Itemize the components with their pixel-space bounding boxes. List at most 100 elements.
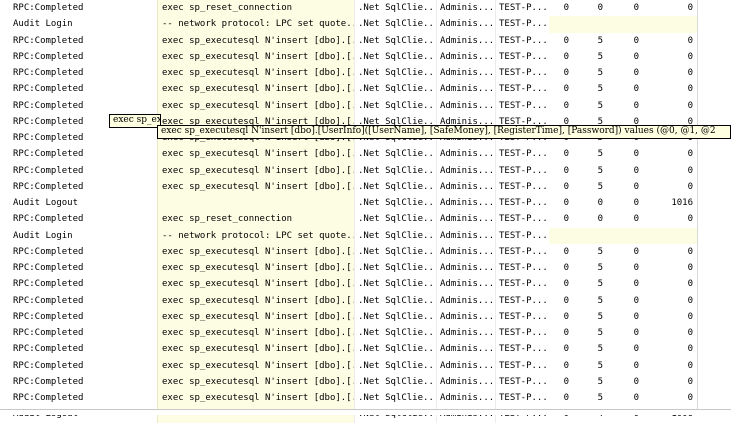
trace-event-row[interactable]: RPC:Completed exec sp_executesql N'inser… bbox=[0, 65, 731, 82]
host-name-cell: TEST-P... bbox=[495, 178, 549, 195]
login-name-cell: Adminis... bbox=[436, 178, 495, 195]
duration-cell: 0 bbox=[687, 214, 693, 225]
grid-bottom-edge bbox=[0, 409, 731, 415]
trace-event-row[interactable]: Audit Login -- network protocol: LPC set… bbox=[0, 16, 731, 33]
host-name-cell: TEST-P... bbox=[495, 81, 549, 98]
login-name-cell: Adminis... bbox=[436, 97, 495, 114]
event-class-cell: RPC:Completed bbox=[13, 51, 84, 62]
login-name-cell: Adminis... bbox=[436, 373, 495, 390]
trace-event-row[interactable]: RPC:Completed exec sp_executesql N'inser… bbox=[0, 97, 731, 114]
trace-event-row[interactable]: RPC:Completed exec sp_executesql N'inser… bbox=[0, 308, 731, 325]
application-name-cell: .Net SqlClie... bbox=[354, 211, 436, 228]
cpu-cell bbox=[549, 227, 575, 244]
writes-cell: 0 bbox=[633, 360, 639, 371]
writes-cell: 0 bbox=[633, 198, 639, 208]
trace-event-row[interactable]: RPC:Completed exec sp_executesql N'inser… bbox=[0, 81, 731, 98]
trace-event-row[interactable]: RPC:Completed exec sp_executesql N'inser… bbox=[0, 32, 731, 49]
event-class-cell: Audit Login bbox=[13, 19, 73, 30]
text-data-cell: exec sp_executesql N'insert [dbo].[... bbox=[157, 390, 354, 407]
cpu-cell: 0 bbox=[563, 376, 569, 387]
writes-cell: 0 bbox=[633, 149, 639, 160]
writes-cell bbox=[609, 16, 645, 33]
trace-event-row[interactable]: RPC:Completed exec sp_executesql N'inser… bbox=[0, 260, 731, 277]
writes-cell: 0 bbox=[633, 100, 639, 111]
event-class-cell: RPC:Completed bbox=[13, 279, 84, 290]
event-class-cell: RPC:Completed bbox=[13, 84, 84, 95]
application-name-cell: .Net SqlClie... bbox=[354, 341, 436, 358]
cpu-cell: 0 bbox=[563, 295, 569, 306]
writes-cell: 0 bbox=[633, 328, 639, 338]
application-name-cell: .Net SqlClie... bbox=[354, 162, 436, 179]
application-name-cell: .Net SqlClie... bbox=[354, 292, 436, 309]
host-name-cell: TEST-P... bbox=[495, 0, 549, 17]
host-name-cell: TEST-P... bbox=[495, 48, 549, 65]
trace-event-row[interactable]: RPC:Completed exec sp_executesql N'inser… bbox=[0, 292, 731, 309]
duration-cell: 0 bbox=[687, 295, 693, 306]
event-class-cell: Audit Login bbox=[13, 230, 73, 241]
writes-cell: 0 bbox=[633, 84, 639, 95]
cpu-cell: 0 bbox=[563, 246, 569, 257]
trace-event-row[interactable]: Audit Login -- network protocol: LPC set… bbox=[0, 227, 731, 244]
cpu-cell: 0 bbox=[563, 181, 569, 192]
event-class-cell: RPC:Completed bbox=[13, 295, 84, 306]
trace-event-row[interactable]: RPC:Completed exec sp_executesql N'inser… bbox=[0, 178, 731, 195]
trace-event-row[interactable]: RPC:Completed exec sp_reset_connection .… bbox=[0, 211, 731, 228]
application-name-cell: .Net SqlClie... bbox=[354, 357, 436, 374]
reads-cell: 5 bbox=[597, 165, 603, 176]
duration-cell: 0 bbox=[687, 149, 693, 160]
text-data-cell: exec sp_executesql N'insert [dbo].[... bbox=[157, 341, 354, 358]
login-name-cell: Adminis... bbox=[436, 243, 495, 260]
text-data-cell: exec sp_executesql N'insert [dbo].[... bbox=[157, 178, 354, 195]
event-class-cell: RPC:Completed bbox=[13, 3, 84, 13]
reads-cell: 5 bbox=[597, 51, 603, 62]
text-data-cell: exec sp_executesql N'insert [dbo].[... bbox=[157, 162, 354, 179]
trace-event-row[interactable]: RPC:Completed exec sp_executesql N'inser… bbox=[0, 325, 731, 342]
trace-event-row[interactable]: RPC:Completed exec sp_executesql N'inser… bbox=[0, 357, 731, 374]
host-name-cell: TEST-P... bbox=[495, 97, 549, 114]
host-name-cell: TEST-P... bbox=[495, 65, 549, 82]
cpu-cell: 0 bbox=[563, 149, 569, 160]
trace-event-grid[interactable]: RPC:Completed exec sp_reset_connection .… bbox=[0, 0, 731, 423]
event-class-cell: RPC:Completed bbox=[13, 344, 84, 355]
event-class-cell: RPC:Completed bbox=[13, 393, 84, 403]
login-name-cell: Adminis... bbox=[436, 325, 495, 342]
login-name-cell: Adminis... bbox=[436, 341, 495, 358]
reads-cell: 5 bbox=[597, 328, 603, 338]
event-class-cell: RPC:Completed bbox=[13, 376, 84, 387]
cpu-cell: 0 bbox=[563, 393, 569, 403]
event-class-cell: RPC:Completed bbox=[13, 68, 84, 78]
trace-event-row[interactable]: RPC:Completed exec sp_executesql N'inser… bbox=[0, 373, 731, 390]
application-name-cell: .Net SqlClie... bbox=[354, 243, 436, 260]
login-name-cell: Adminis... bbox=[436, 292, 495, 309]
application-name-cell: .Net SqlClie... bbox=[354, 0, 436, 17]
trace-event-row[interactable]: RPC:Completed exec sp_executesql N'inser… bbox=[0, 48, 731, 65]
text-data-cell: exec sp_executesql N'insert [dbo].[... bbox=[157, 308, 354, 325]
cpu-cell: 0 bbox=[563, 84, 569, 95]
trace-event-row[interactable]: RPC:Completed exec sp_executesql N'inser… bbox=[0, 162, 731, 179]
login-name-cell: Adminis... bbox=[436, 357, 495, 374]
host-name-cell: TEST-P... bbox=[495, 373, 549, 390]
writes-cell: 0 bbox=[633, 181, 639, 192]
application-name-cell: .Net SqlClie... bbox=[354, 81, 436, 98]
trace-event-row[interactable]: RPC:Completed exec sp_executesql N'inser… bbox=[0, 390, 731, 407]
trace-event-row[interactable]: RPC:Completed exec sp_executesql N'inser… bbox=[0, 146, 731, 163]
login-name-cell: Adminis... bbox=[436, 276, 495, 293]
application-name-cell: .Net SqlClie... bbox=[354, 178, 436, 195]
trace-event-row[interactable]: RPC:Completed exec sp_executesql N'inser… bbox=[0, 341, 731, 358]
event-class-cell: Audit Logout bbox=[13, 198, 79, 208]
text-data-cell: exec sp_executesql N'insert [dbo].[... bbox=[157, 357, 354, 374]
event-class-cell: RPC:Completed bbox=[13, 165, 84, 176]
application-name-cell: .Net SqlClie... bbox=[354, 276, 436, 293]
host-name-cell: TEST-P... bbox=[495, 162, 549, 179]
application-name-cell: .Net SqlClie... bbox=[354, 260, 436, 277]
login-name-cell: Adminis... bbox=[436, 81, 495, 98]
trace-event-row[interactable]: RPC:Completed exec sp_executesql N'inser… bbox=[0, 276, 731, 293]
reads-cell: 5 bbox=[597, 35, 603, 46]
trace-event-row[interactable]: RPC:Completed exec sp_executesql N'inser… bbox=[0, 243, 731, 260]
trace-event-row[interactable]: RPC:Completed exec sp_reset_connection .… bbox=[0, 0, 731, 17]
duration-cell: 0 bbox=[687, 100, 693, 111]
trace-event-row[interactable]: Audit Logout .Net SqlClie... Adminis... … bbox=[0, 195, 731, 212]
cpu-cell: 0 bbox=[563, 165, 569, 176]
reads-cell: 5 bbox=[597, 100, 603, 111]
application-name-cell: .Net SqlClie... bbox=[354, 195, 436, 212]
